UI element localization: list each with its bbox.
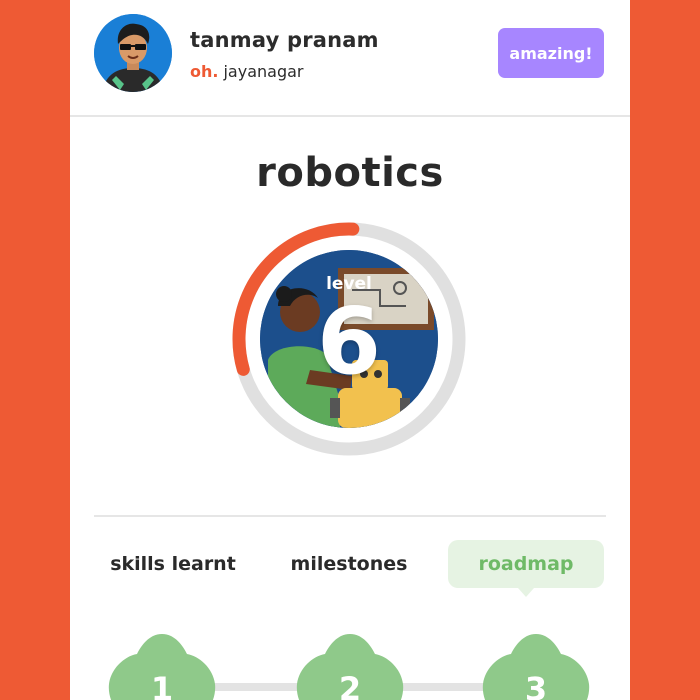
- tab-milestones[interactable]: milestones: [280, 540, 418, 588]
- roadmap-node-number: 1: [150, 670, 174, 700]
- roadmap-node-number: 2: [338, 670, 362, 700]
- roadmap-node-number: 3: [524, 670, 548, 700]
- course-title: robotics: [256, 150, 444, 196]
- avatar[interactable]: [94, 14, 172, 92]
- location-text: jayanagar: [223, 62, 304, 81]
- roadmap-node-1[interactable]: 1: [107, 632, 217, 700]
- active-tab-pointer: [518, 588, 534, 597]
- level-progress-ring: level 6: [232, 222, 466, 456]
- roadmap-node-3[interactable]: 3: [481, 632, 591, 700]
- user-name: tanmay pranam: [190, 28, 379, 52]
- amazing-button[interactable]: amazing!: [498, 28, 604, 78]
- profile-header: tanmay pranam oh. jayanagar amazing!: [70, 0, 630, 116]
- tab-skills-learnt[interactable]: skills learnt: [100, 540, 246, 588]
- profile-card: tanmay pranam oh. jayanagar amazing! robo…: [70, 0, 630, 700]
- location-line: oh. jayanagar: [190, 62, 303, 81]
- brand-logo: oh.: [190, 62, 219, 81]
- roadmap-node-2[interactable]: 2: [295, 632, 405, 700]
- level-number: 6: [316, 288, 381, 395]
- header-divider: [70, 115, 630, 117]
- section-divider: [94, 515, 606, 517]
- tab-roadmap[interactable]: roadmap: [448, 540, 604, 588]
